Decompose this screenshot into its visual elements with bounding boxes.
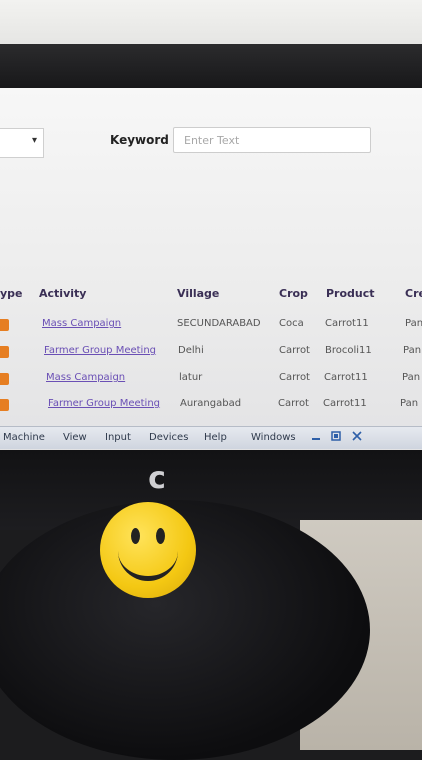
village-cell: latur (179, 372, 203, 383)
village-cell: Delhi (178, 345, 204, 356)
activity-type-icon (0, 319, 9, 331)
filter-dropdown[interactable]: ▾ (0, 128, 44, 158)
product-cell: Carrot11 (325, 318, 369, 329)
minimize-icon[interactable] (311, 431, 321, 441)
activity-type-icon (0, 346, 9, 358)
monitor-bezel-top (0, 44, 422, 92)
product-cell: Carrot11 (323, 398, 367, 409)
chevron-down-icon: ▾ (31, 135, 37, 146)
menu-help[interactable]: Help (204, 432, 227, 443)
product-cell: Brocoli11 (325, 345, 372, 356)
created-cell: Pan (400, 398, 419, 409)
background-wall (0, 0, 422, 50)
menu-machine[interactable]: Machine (3, 432, 45, 443)
activity-link[interactable]: Mass Campaign (42, 318, 121, 329)
created-cell: Pan (403, 345, 422, 356)
keyword-input[interactable] (173, 127, 371, 153)
smiley-sticker (100, 502, 196, 598)
menu-view[interactable]: View (63, 432, 87, 443)
table-row: Mass Campaign SECUNDARABAD Coca Carrot11… (0, 314, 422, 340)
created-cell: Pan (402, 372, 421, 383)
column-header-product[interactable]: Product (326, 287, 375, 300)
crop-cell: Carrot (278, 398, 309, 409)
column-header-created[interactable]: Cre (405, 287, 422, 300)
column-header-activity[interactable]: Activity (39, 287, 86, 300)
column-header-type[interactable]: ype (0, 287, 23, 300)
created-cell: Pan (405, 318, 422, 329)
vm-menu-bar: Machine View Input Devices Help Windows (0, 426, 422, 449)
village-cell: SECUNDARABAD (177, 318, 261, 329)
menu-input[interactable]: Input (105, 432, 131, 443)
column-header-crop[interactable]: Crop (279, 287, 308, 300)
product-cell: Carrot11 (324, 372, 368, 383)
activity-link[interactable]: Farmer Group Meeting (48, 398, 160, 409)
menu-devices[interactable]: Devices (149, 432, 188, 443)
brand-logo: c (148, 461, 166, 496)
keyword-label: Keyword (110, 133, 169, 147)
close-icon[interactable] (352, 431, 362, 441)
smiley-mouth (118, 538, 178, 581)
column-header-village[interactable]: Village (177, 287, 219, 300)
activity-type-icon (0, 373, 9, 385)
windows-label[interactable]: Windows (251, 432, 296, 443)
crop-cell: Coca (279, 318, 304, 329)
table-row: Mass Campaign latur Carrot Carrot11 Pan (0, 368, 422, 394)
village-cell: Aurangabad (180, 398, 242, 409)
crop-cell: Carrot (279, 372, 310, 383)
table-row: Farmer Group Meeting Aurangabad Carrot C… (0, 394, 422, 420)
crop-cell: Carrot (279, 345, 310, 356)
activity-link[interactable]: Farmer Group Meeting (44, 345, 156, 356)
monitor-screen: ▾ Keyword ype Activity Village Crop Prod… (0, 88, 422, 460)
table-row: Farmer Group Meeting Delhi Carrot Brocol… (0, 341, 422, 367)
restore-icon[interactable] (331, 431, 341, 441)
activity-type-icon (0, 399, 9, 411)
activity-link[interactable]: Mass Campaign (46, 372, 125, 383)
